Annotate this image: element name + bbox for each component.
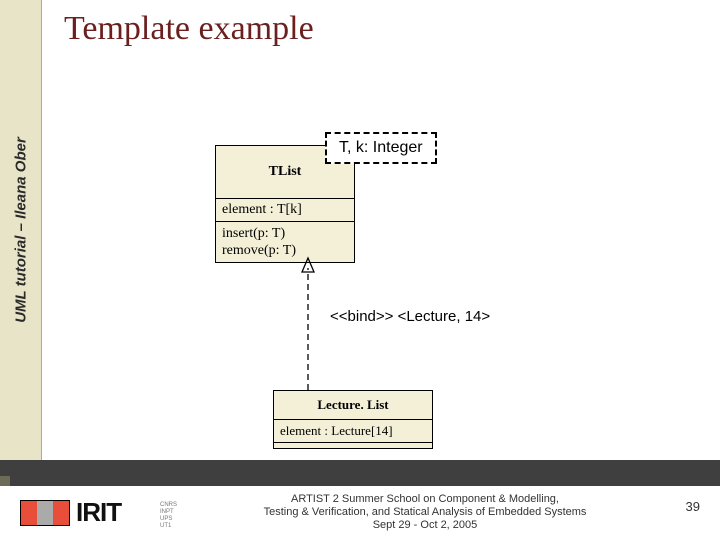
logo-blocks [20, 500, 70, 526]
tlist-op-remove: remove(p: T) [222, 242, 348, 259]
logo-irit-text: IRIT [76, 497, 121, 528]
bottom-bar [0, 460, 720, 486]
uml-class-lecturelist: Lecture. List element : Lecture[14] [273, 390, 433, 449]
footer-line1: ARTIST 2 Summer School on Component & Mo… [210, 493, 640, 506]
bind-label: <<bind>> <Lecture, 14> [330, 308, 490, 325]
template-param-box: T, k: Integer [325, 132, 437, 164]
footer-line3: Sept 29 - Oct 2, 2005 [210, 519, 640, 532]
footer-line2: Testing & Verification, and Statical Ana… [210, 506, 640, 519]
lecturelist-attr: element : Lecture[14] [274, 420, 432, 442]
affiliations: CNRS INPT UPS UT1 [160, 502, 177, 530]
bind-arrow [0, 0, 720, 540]
tlist-op-insert: insert(p: T) [222, 225, 348, 242]
page-number: 39 [686, 499, 700, 514]
logo: IRIT [20, 497, 121, 528]
slide-title: Template example [64, 10, 314, 48]
lecturelist-ops-empty [274, 442, 432, 448]
lecturelist-name: Lecture. List [274, 391, 432, 420]
tlist-attr: element : T[k] [216, 199, 354, 222]
sidebar-label: UML tutorial – Ileana Ober [13, 137, 30, 323]
sidebar: UML tutorial – Ileana Ober [0, 0, 42, 460]
footer: IRIT CNRS INPT UPS UT1 ARTIST 2 Summer S… [0, 486, 720, 540]
footer-text: ARTIST 2 Summer School on Component & Mo… [210, 493, 640, 532]
corner-square [0, 476, 10, 486]
tlist-ops: insert(p: T) remove(p: T) [216, 222, 354, 262]
